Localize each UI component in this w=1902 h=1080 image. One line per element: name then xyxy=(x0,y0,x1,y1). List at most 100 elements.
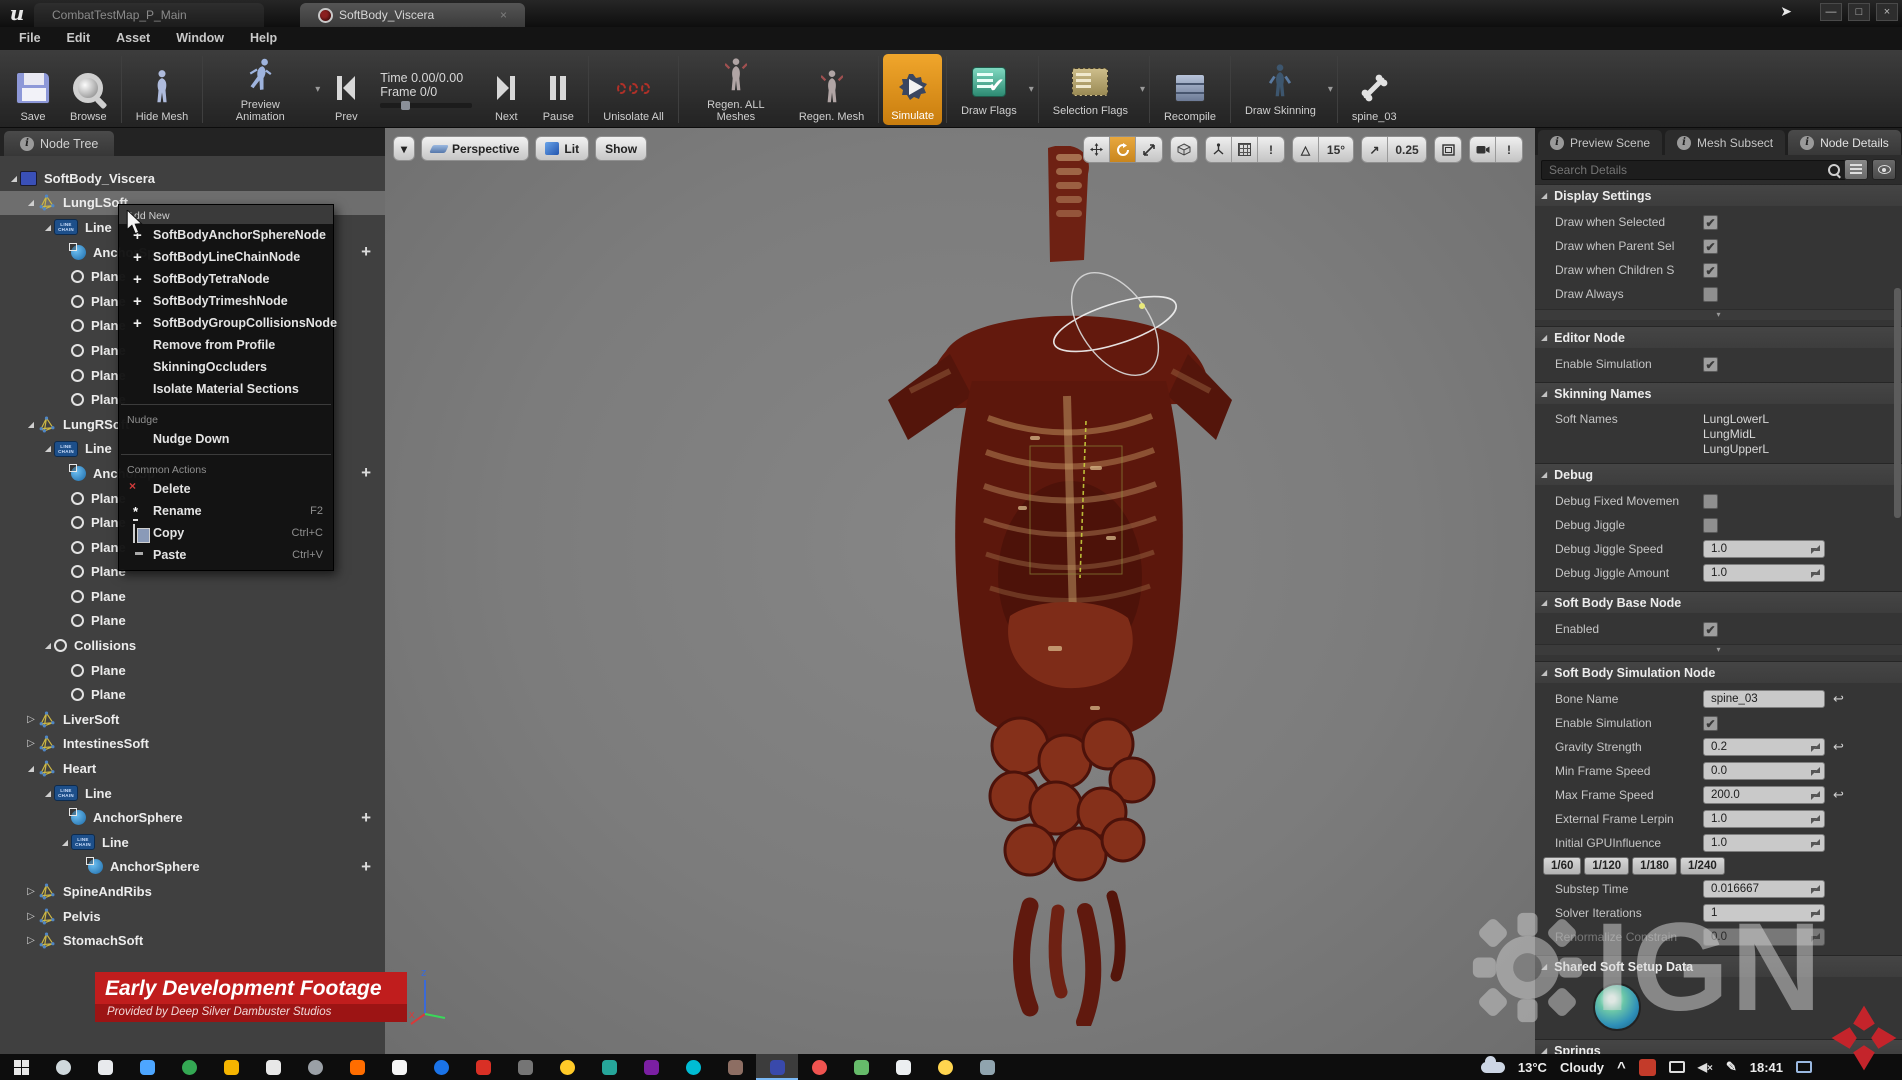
taskbar-app-icon[interactable] xyxy=(546,1054,588,1080)
reset-to-default-icon[interactable]: ↩ xyxy=(1833,691,1844,707)
tree-item-spineandribs[interactable]: ▷SpineAndRibs xyxy=(0,879,385,904)
section-header[interactable]: ◢Soft Body Base Node xyxy=(1535,591,1902,613)
taskbar-app-icon[interactable] xyxy=(840,1054,882,1080)
tab-softbody-viscera[interactable]: SoftBody_Viscera × xyxy=(300,3,525,27)
springs-asset-thumbnail[interactable] xyxy=(1593,983,1641,1031)
taskbar-app-icon[interactable] xyxy=(378,1054,420,1080)
tree-item-softbody_viscera[interactable]: ◢SoftBody_Viscera xyxy=(0,166,385,191)
menu-item-skinningoccluders[interactable]: SkinningOccluders xyxy=(119,356,333,378)
scale-snap-value-button[interactable]: 0.25 xyxy=(1388,137,1426,162)
menu-item-isolate-material-sections[interactable]: Isolate Material Sections xyxy=(119,378,333,400)
expander-icon[interactable]: ◢ xyxy=(42,223,54,232)
numeric-field[interactable]: 0.0 xyxy=(1703,928,1825,946)
tree-item-pelvis[interactable]: ▷Pelvis xyxy=(0,904,385,929)
translate-tool-button[interactable] xyxy=(1084,137,1110,162)
tab-preview-scene[interactable]: i Preview Scene xyxy=(1538,130,1662,155)
menu-item-remove-from-profile[interactable]: Remove from Profile xyxy=(119,334,333,356)
regen-all-meshes-button[interactable]: Regen. ALL Meshes xyxy=(683,54,789,125)
maximize-button[interactable]: □ xyxy=(1848,3,1870,21)
numeric-field[interactable]: 200.0 xyxy=(1703,786,1825,804)
numeric-field[interactable]: 1.0 xyxy=(1703,540,1825,558)
coordinate-system-button[interactable] xyxy=(1171,137,1197,162)
regen-mesh-button[interactable]: Regen. Mesh xyxy=(789,54,874,125)
viewport-options-button[interactable]: ▾ xyxy=(393,136,415,161)
preset-1-180[interactable]: 1/180 xyxy=(1632,857,1677,875)
checkbox[interactable] xyxy=(1703,494,1718,509)
menu-item-softbodytetranode[interactable]: +SoftBodyTetraNode xyxy=(119,268,333,290)
grid-snap-value-button[interactable]: ! xyxy=(1258,137,1284,162)
scale-snap-button[interactable]: ↗ xyxy=(1362,137,1388,162)
taskbar-app-icon[interactable] xyxy=(126,1054,168,1080)
spinner-icon[interactable] xyxy=(1811,791,1820,800)
taskbar-app-icon[interactable] xyxy=(336,1054,378,1080)
unisolate-all-button[interactable]: Unisolate All xyxy=(593,54,674,125)
minimize-button[interactable]: — xyxy=(1820,3,1842,21)
draw-skinning-button[interactable]: Draw Skinning xyxy=(1235,60,1326,119)
clock[interactable]: 18:41 xyxy=(1750,1060,1783,1075)
prev-frame-button[interactable]: Prev xyxy=(320,54,372,125)
scale-tool-button[interactable] xyxy=(1136,137,1162,162)
taskbar-app-icon[interactable] xyxy=(84,1054,126,1080)
menu-item-softbodygroupcollisionsnode[interactable]: +SoftBodyGroupCollisionsNode xyxy=(119,312,333,334)
3d-viewport[interactable]: ▾ Perspective Lit Show ! △ 15° ↗ xyxy=(385,128,1535,1054)
text-field[interactable]: spine_03 xyxy=(1703,690,1825,708)
bone-selector[interactable]: spine_03 xyxy=(1342,54,1407,125)
menu-item-softbodylinechainnode[interactable]: +SoftBodyLineChainNode xyxy=(119,246,333,268)
taskbar-app-icon[interactable] xyxy=(252,1054,294,1080)
screenshot-button[interactable] xyxy=(1435,137,1461,162)
anatomy-model[interactable] xyxy=(880,146,1240,1026)
expander-icon[interactable]: ▷ xyxy=(25,886,37,897)
spinner-icon[interactable] xyxy=(1811,743,1820,752)
tab-close-icon[interactable]: × xyxy=(500,8,507,22)
tree-item-anchorsphere[interactable]: AnchorSphere+ xyxy=(0,855,385,880)
perspective-button[interactable]: Perspective xyxy=(421,136,529,161)
chevron-down-icon[interactable]: ▾ xyxy=(1140,84,1145,95)
display-filter-button[interactable] xyxy=(1844,159,1868,180)
tab-combattestmap[interactable]: CombatTestMap_P_Main xyxy=(34,3,264,27)
section-header[interactable]: ◢Debug xyxy=(1535,463,1902,485)
volume-muted-icon[interactable]: ◀× xyxy=(1698,1060,1713,1074)
camera-speed-value-button[interactable]: ! xyxy=(1496,137,1522,162)
spinner-icon[interactable] xyxy=(1811,839,1820,848)
add-node-icon[interactable]: + xyxy=(361,463,371,483)
tree-item-heart[interactable]: ◢Heart xyxy=(0,756,385,781)
spinner-icon[interactable] xyxy=(1811,545,1820,554)
tree-item-line[interactable]: ◢LINECHAINLine xyxy=(0,830,385,855)
taskbar-app-icon[interactable] xyxy=(504,1054,546,1080)
tray-chevron-up[interactable]: ^ xyxy=(1617,1059,1626,1076)
expander-icon[interactable]: ◢ xyxy=(25,420,37,429)
details-scrollbar[interactable] xyxy=(1894,288,1901,518)
menu-item-rename[interactable]: *RenameF2 xyxy=(119,500,333,522)
menu-file[interactable]: File xyxy=(6,27,54,50)
lit-button[interactable]: Lit xyxy=(535,136,589,161)
taskbar-app-icon[interactable] xyxy=(168,1054,210,1080)
section-header[interactable]: ◢Skinning Names xyxy=(1535,382,1902,404)
camera-speed-button[interactable] xyxy=(1470,137,1496,162)
save-button[interactable]: Save xyxy=(6,54,60,125)
expander-icon[interactable]: ◢ xyxy=(25,764,37,773)
tree-item-intestinessoft[interactable]: ▷IntestinesSoft xyxy=(0,732,385,757)
section-header[interactable]: ◢Shared Soft Setup Data xyxy=(1535,955,1902,977)
menu-item-softbodytrimeshnode[interactable]: +SoftBodyTrimeshNode xyxy=(119,290,333,312)
reset-to-default-icon[interactable]: ↩ xyxy=(1833,739,1844,755)
preview-animation-button[interactable]: Preview Animation xyxy=(207,54,313,125)
add-node-icon[interactable]: + xyxy=(361,808,371,828)
rotate-tool-button[interactable] xyxy=(1110,137,1136,162)
notification-center-icon[interactable] xyxy=(1796,1061,1812,1073)
search-details-input[interactable] xyxy=(1541,160,1846,180)
tree-item-plane[interactable]: Plane xyxy=(0,609,385,634)
tree-item-plane[interactable]: Plane xyxy=(0,682,385,707)
expander-icon[interactable]: ▷ xyxy=(25,911,37,922)
checkbox[interactable]: ✔ xyxy=(1703,716,1718,731)
reset-to-default-icon[interactable]: ↩ xyxy=(1833,787,1844,803)
display-tray-icon[interactable] xyxy=(1669,1061,1685,1073)
spinner-icon[interactable] xyxy=(1811,885,1820,894)
pause-button[interactable]: Pause xyxy=(532,54,584,125)
expander-icon[interactable]: ◢ xyxy=(42,641,54,650)
section-expander-bar[interactable]: ▾ xyxy=(1535,644,1902,655)
tree-item-anchorsphere[interactable]: AnchorSphere+ xyxy=(0,805,385,830)
checkbox[interactable]: ✔ xyxy=(1703,215,1718,230)
hide-mesh-button[interactable]: Hide Mesh xyxy=(126,54,199,125)
numeric-field[interactable]: 0.016667 xyxy=(1703,880,1825,898)
spinner-icon[interactable] xyxy=(1811,815,1820,824)
